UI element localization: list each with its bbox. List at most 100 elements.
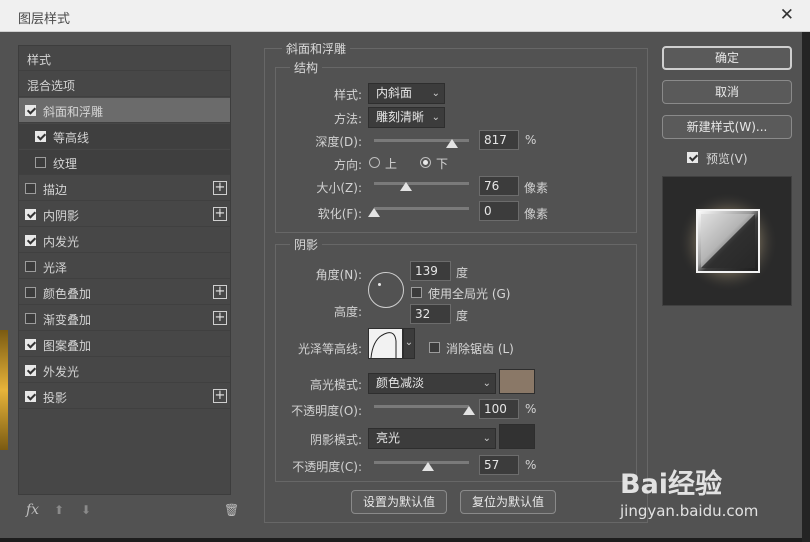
bevel-style-select[interactable]: 内斜面 ⌄ <box>368 83 445 104</box>
add-effect-icon[interactable]: + <box>213 207 227 221</box>
fx-icon[interactable]: fx <box>26 502 39 518</box>
shadow-opacity-unit: % <box>525 458 537 472</box>
shadow-opacity-label: 不透明度(C): <box>292 460 362 474</box>
soften-unit: 像素 <box>524 207 549 221</box>
style-list-label: 投影 <box>43 391 68 405</box>
global-light-checkbox[interactable] <box>411 287 422 298</box>
angle-unit: 度 <box>456 266 469 280</box>
highlight-opacity-input[interactable]: 100 <box>479 399 519 419</box>
size-slider-track[interactable] <box>374 182 469 185</box>
soften-slider-thumb[interactable] <box>368 208 380 217</box>
style-list-item[interactable]: 混合选项 <box>19 72 230 97</box>
reset-default-button[interactable]: 复位为默认值 <box>460 490 556 514</box>
contour-curve-icon <box>370 332 397 358</box>
style-list-item[interactable]: 投影 + <box>19 384 230 409</box>
style-list-label: 等高线 <box>53 131 90 145</box>
direction-up-label[interactable]: 上 <box>385 155 397 172</box>
highlight-mode-value: 颜色减淡 <box>376 376 425 390</box>
style-list-item[interactable]: 图案叠加 <box>19 332 230 357</box>
chevron-down-icon: ⌄ <box>482 433 491 444</box>
bevel-preview-image <box>678 192 778 292</box>
trash-icon[interactable]: 🗑 <box>224 503 239 517</box>
shadow-opacity-input[interactable]: 57 <box>479 455 519 475</box>
watermark-url: jingyan.baidu.com <box>620 502 759 520</box>
style-checkbox[interactable] <box>25 261 36 272</box>
direction-label: 方向: <box>333 158 362 172</box>
style-list-label: 纹理 <box>53 157 78 171</box>
style-checkbox[interactable] <box>25 183 36 194</box>
background-edge-bottom <box>0 538 802 542</box>
gloss-contour-preview[interactable] <box>368 328 403 359</box>
highlight-mode-select[interactable]: 颜色减淡 ⌄ <box>368 373 496 394</box>
style-list-label: 渐变叠加 <box>43 313 92 327</box>
style-list-item[interactable]: 斜面和浮雕 <box>19 98 230 123</box>
angle-input[interactable]: 139 <box>410 261 451 281</box>
chevron-down-icon: ⌄ <box>482 378 491 389</box>
style-list-item[interactable]: 颜色叠加 + <box>19 280 230 305</box>
style-checkbox[interactable] <box>25 313 36 324</box>
gloss-contour-label: 光泽等高线: <box>297 342 362 356</box>
shadow-opacity-thumb[interactable] <box>422 462 435 471</box>
bevel-emboss-title: 斜面和浮雕 <box>282 40 351 57</box>
add-effect-icon[interactable]: + <box>213 285 227 299</box>
style-list-item[interactable]: 内阴影 + <box>19 202 230 227</box>
style-list-label: 斜面和浮雕 <box>43 105 104 119</box>
set-default-button[interactable]: 设置为默认值 <box>351 490 447 514</box>
add-effect-icon[interactable]: + <box>213 311 227 325</box>
preview-checkbox[interactable] <box>687 152 698 163</box>
soften-input[interactable]: 0 <box>479 201 519 221</box>
style-checkbox[interactable] <box>25 339 36 350</box>
highlight-opacity-track[interactable] <box>374 405 469 408</box>
highlight-color-swatch[interactable] <box>499 369 535 394</box>
style-list-label: 混合选项 <box>27 79 76 93</box>
add-effect-icon[interactable]: + <box>213 389 227 403</box>
direction-down-radio[interactable] <box>420 157 431 168</box>
style-list-item[interactable]: 样式 <box>19 46 230 71</box>
depth-input[interactable]: 817 <box>479 130 519 150</box>
preview-label[interactable]: 预览(V) <box>706 150 748 167</box>
new-style-button[interactable]: 新建样式(W)... <box>662 115 792 139</box>
style-checkbox[interactable] <box>25 365 36 376</box>
highlight-opacity-unit: % <box>525 402 537 416</box>
depth-label: 深度(D): <box>315 135 362 149</box>
altitude-input[interactable]: 32 <box>410 304 451 324</box>
style-list-item[interactable]: 等高线 <box>19 124 230 149</box>
style-checkbox[interactable] <box>25 287 36 298</box>
direction-up-radio[interactable] <box>369 157 380 168</box>
cancel-button[interactable]: 取消 <box>662 80 792 104</box>
style-checkbox[interactable] <box>25 209 36 220</box>
style-checkbox[interactable] <box>35 131 46 142</box>
depth-slider-thumb[interactable] <box>445 139 458 148</box>
move-down-icon[interactable]: ⬇ <box>81 503 91 517</box>
shadow-mode-select[interactable]: 亮光 ⌄ <box>368 428 496 449</box>
style-list-item[interactable]: 描边 + <box>19 176 230 201</box>
style-checkbox[interactable] <box>25 105 36 116</box>
angle-dial[interactable] <box>368 272 404 308</box>
style-checkbox[interactable] <box>25 235 36 246</box>
close-icon[interactable]: ✕ <box>780 6 794 24</box>
shadow-color-swatch[interactable] <box>499 424 535 449</box>
shading-title: 阴影 <box>290 236 323 253</box>
antialias-label[interactable]: 消除锯齿 (L) <box>446 340 514 357</box>
style-checkbox[interactable] <box>25 391 36 402</box>
style-list-item[interactable]: 纹理 <box>19 150 230 175</box>
angle-dial-dot <box>378 283 381 286</box>
highlight-opacity-thumb[interactable] <box>463 406 475 415</box>
size-input[interactable]: 76 <box>479 176 519 196</box>
style-list-item[interactable]: 内发光 <box>19 228 230 253</box>
method-select[interactable]: 雕刻清晰 ⌄ <box>368 107 445 128</box>
move-up-icon[interactable]: ⬆ <box>54 503 64 517</box>
style-list-item[interactable]: 光泽 <box>19 254 230 279</box>
style-list-item[interactable]: 渐变叠加 + <box>19 306 230 331</box>
style-checkbox[interactable] <box>35 157 46 168</box>
style-list-item[interactable]: 外发光 <box>19 358 230 383</box>
size-slider-thumb[interactable] <box>400 182 413 191</box>
ok-button[interactable]: 确定 <box>662 46 792 70</box>
soften-slider-track[interactable] <box>374 207 469 210</box>
direction-down-label[interactable]: 下 <box>436 155 448 172</box>
style-label: 样式: <box>333 88 362 102</box>
add-effect-icon[interactable]: + <box>213 181 227 195</box>
global-light-label[interactable]: 使用全局光 (G) <box>428 285 510 302</box>
chevron-down-icon[interactable]: ⌄ <box>403 328 415 359</box>
antialias-checkbox[interactable] <box>429 342 440 353</box>
